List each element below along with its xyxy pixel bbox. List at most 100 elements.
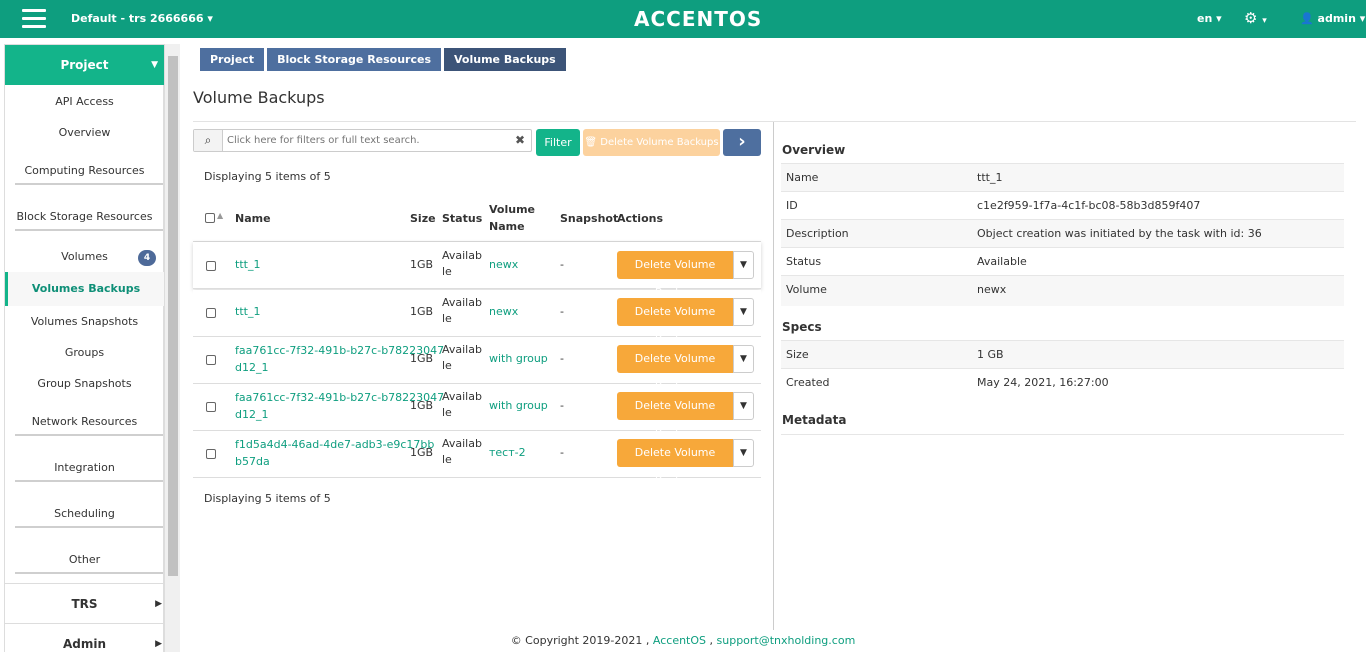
status-cell-wrap: le <box>442 359 452 372</box>
backup-name-link[interactable]: ttt_1 <box>235 304 260 320</box>
logo: ACCENTOS <box>634 7 763 31</box>
column-snapshot[interactable]: Snapshot <box>560 212 618 225</box>
volume-link[interactable]: newx <box>489 304 518 320</box>
search-input[interactable] <box>227 133 507 148</box>
table-count: Displaying 5 items of 5 <box>204 170 331 183</box>
breadcrumb-block-storage[interactable]: Block Storage Resources <box>267 48 442 71</box>
chevron-down-icon[interactable]: ▼ <box>733 392 754 420</box>
table-row[interactable]: f1d5a4d4-46ad-4de7-adb3-e9c17bb b57da 1G… <box>193 431 761 487</box>
column-volume-name-2[interactable]: Name <box>489 220 525 233</box>
sidebar-item-integration[interactable]: Integration <box>5 461 164 474</box>
column-volume-name[interactable]: Volume <box>489 203 535 216</box>
sidebar-scrollbar[interactable] <box>164 44 180 652</box>
sidebar-item-volumes-backups[interactable]: Volumes Backups <box>5 272 164 306</box>
row-checkbox[interactable] <box>206 308 216 318</box>
backup-name-link-wrap[interactable]: b57da <box>235 454 270 470</box>
sidebar-item-network-resources[interactable]: Network Resources <box>5 415 164 428</box>
sidebar-item-volumes[interactable]: Volumes 4 <box>5 250 164 266</box>
breadcrumb-project[interactable]: Project <box>200 48 265 71</box>
sidebar-item-block-storage[interactable]: Block Storage Resources <box>5 210 164 223</box>
divider <box>15 183 163 185</box>
specs-heading: Specs <box>782 320 822 334</box>
snapshot-cell: - <box>560 446 564 459</box>
volume-link[interactable]: тест-2 <box>489 445 526 461</box>
scrollbar-thumb[interactable] <box>168 56 178 576</box>
sidebar-item-groups[interactable]: Groups <box>5 346 164 359</box>
sidebar-item-group-snapshots[interactable]: Group Snapshots <box>5 377 164 390</box>
detail-volume-link[interactable]: newx <box>977 283 1006 296</box>
breadcrumb-volume-backups: Volume Backups <box>444 48 566 71</box>
accentos-link[interactable]: AccentOS <box>653 634 706 647</box>
caret-right-icon: ▶ <box>155 599 162 609</box>
table-count-footer: Displaying 5 items of 5 <box>204 492 331 505</box>
sidebar-item-overview[interactable]: Overview <box>5 126 164 139</box>
table-row[interactable]: ttt_1 1GB Availab le newx - Delete Volum… <box>193 242 761 299</box>
detail-row-description: Description Object creation was initiated… <box>781 219 1344 247</box>
row-checkbox[interactable] <box>206 261 216 271</box>
sidebar-project[interactable]: Project ▼ <box>5 45 164 85</box>
snapshot-cell: - <box>560 352 564 365</box>
backup-name-link-wrap[interactable]: d12_1 <box>235 360 268 376</box>
backup-name-link[interactable]: f1d5a4d4-46ad-4de7-adb3-e9c17bb <box>235 437 434 453</box>
sidebar-trs[interactable]: TRS ▶ <box>5 583 164 623</box>
sidebar-item-volumes-snapshots[interactable]: Volumes Snapshots <box>5 315 164 328</box>
volume-link[interactable]: with group <box>489 398 548 414</box>
delete-volume-backup-button[interactable]: Delete Volume Backup <box>617 345 733 393</box>
column-status[interactable]: Status <box>442 212 482 225</box>
chevron-down-icon[interactable]: ▼ <box>733 298 754 326</box>
delete-volume-backup-button[interactable]: Delete Volume Backup <box>617 298 733 346</box>
row-checkbox[interactable] <box>206 355 216 365</box>
row-checkbox[interactable] <box>206 402 216 412</box>
divider <box>193 121 1356 122</box>
table-header: ▲ Name Size Status Volume Name Snapshot … <box>193 198 761 242</box>
settings-menu[interactable]: ⚙ ▾ <box>1244 9 1267 27</box>
sidebar-item-scheduling[interactable]: Scheduling <box>5 507 164 520</box>
detail-row-size: Size 1 GB <box>781 340 1344 368</box>
status-cell-wrap: le <box>442 312 452 325</box>
caret-down-icon: ▼ <box>151 60 158 70</box>
table-row[interactable]: faa761cc-7f32-491b-b27c-b78223047 d12_1 … <box>193 384 761 440</box>
project-selector[interactable]: Default - trs 2666666 ▾ <box>71 12 213 25</box>
status-cell: Availab <box>442 390 482 403</box>
sidebar-item-other[interactable]: Other <box>5 553 164 566</box>
metadata-heading: Metadata <box>782 413 847 427</box>
support-email-link[interactable]: support@tnxholding.com <box>717 634 856 647</box>
divider <box>15 480 163 482</box>
column-size[interactable]: Size <box>410 212 436 225</box>
table-row[interactable]: faa761cc-7f32-491b-b27c-b78223047 d12_1 … <box>193 337 761 393</box>
detail-row-id: ID c1e2f959-1f7a-4c1f-bc08-58b3d859f407 <box>781 191 1344 219</box>
delete-volume-backup-button[interactable]: Delete Volume Backup <box>617 251 733 299</box>
menu-icon[interactable] <box>22 9 46 29</box>
snapshot-cell: - <box>560 305 564 318</box>
select-all-checkbox[interactable] <box>205 213 215 223</box>
size-cell: 1GB <box>410 258 434 271</box>
volume-link[interactable]: with group <box>489 351 548 367</box>
volume-link[interactable]: newx <box>489 257 518 273</box>
delete-volume-backup-button[interactable]: Delete Volume Backup <box>617 439 733 487</box>
sort-icon[interactable]: ▲ <box>217 211 223 220</box>
sidebar-item-computing-resources[interactable]: Computing Resources <box>5 164 164 177</box>
delete-volume-backup-button[interactable]: Delete Volume Backup <box>617 392 733 440</box>
filter-button[interactable]: Filter <box>536 129 580 156</box>
chevron-down-icon[interactable]: ▼ <box>733 251 754 279</box>
delete-volume-backups-button[interactable]: 🗑 Delete Volume Backups <box>583 129 720 156</box>
breadcrumb: Project Block Storage Resources Volume B… <box>200 48 569 71</box>
status-cell: Availab <box>442 296 482 309</box>
backup-name-link[interactable]: ttt_1 <box>235 257 260 273</box>
search-icon[interactable]: ⌕ <box>194 130 223 151</box>
sidebar-item-api-access[interactable]: API Access <box>5 95 164 108</box>
detail-row-created: Created May 24, 2021, 16:27:00 <box>781 368 1344 399</box>
user-menu[interactable]: 👤 admin ▾ <box>1300 12 1365 25</box>
overview-heading: Overview <box>782 143 846 157</box>
size-cell: 1GB <box>410 399 434 412</box>
table-row[interactable]: ttt_1 1GB Availab le newx - Delete Volum… <box>193 290 761 346</box>
language-selector[interactable]: en ▾ <box>1197 12 1222 25</box>
row-checkbox[interactable] <box>206 449 216 459</box>
chevron-down-icon[interactable]: ▼ <box>733 439 754 467</box>
column-name[interactable]: Name <box>235 212 271 225</box>
close-icon[interactable]: ✖ <box>515 133 525 147</box>
chevron-right-icon[interactable]: › <box>723 129 761 156</box>
chevron-down-icon[interactable]: ▼ <box>733 345 754 373</box>
backup-name-link-wrap[interactable]: d12_1 <box>235 407 268 423</box>
footer: © Copyright 2019-2021 , AccentOS , suppo… <box>510 634 856 647</box>
